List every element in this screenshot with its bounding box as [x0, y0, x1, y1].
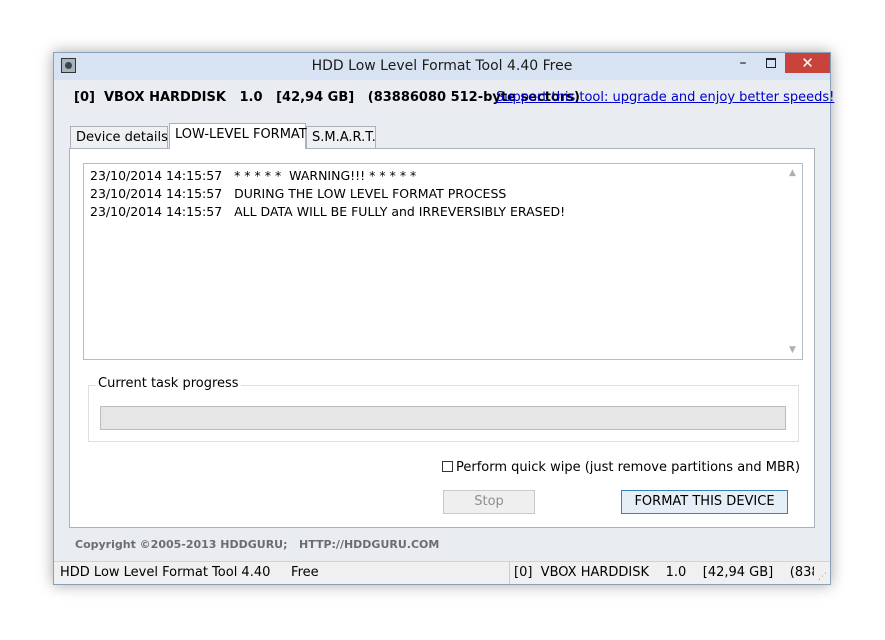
- tab-low-level-format[interactable]: LOW-LEVEL FORMAT: [169, 123, 307, 149]
- tab-smart[interactable]: S.M.A.R.T.: [306, 126, 376, 148]
- scroll-up-arrow-icon[interactable]: ▲: [789, 168, 796, 178]
- maximize-icon: [766, 58, 776, 68]
- stop-button[interactable]: Stop: [443, 490, 535, 514]
- window-title: HDD Low Level Format Tool 4.40 Free: [311, 58, 573, 74]
- status-device-info: [0] VBOX HARDDISK 1.0 [42,94 GB] (838860…: [509, 562, 814, 584]
- log-line: 23/10/2014 14:15:57 ALL DATA WILL BE FUL…: [90, 204, 566, 219]
- progress-legend: Current task progress: [96, 376, 241, 391]
- title-bar[interactable]: HDD Low Level Format Tool 4.40 Free – ✕: [54, 53, 830, 80]
- progress-bar: [100, 406, 786, 430]
- status-bar: HDD Low Level Format Tool 4.40 Free [0] …: [54, 561, 830, 584]
- status-app-info: HDD Low Level Format Tool 4.40 Free: [60, 565, 319, 580]
- close-button[interactable]: ✕: [785, 53, 830, 73]
- copyright-text: Copyright ©2005-2013 HDDGURU; HTTP://HDD…: [75, 538, 440, 551]
- log-lines: 23/10/2014 14:15:57 * * * * * WARNING!!!…: [90, 167, 565, 221]
- log-scrollbar[interactable]: ▲ ▼: [785, 164, 802, 359]
- scroll-down-arrow-icon[interactable]: ▼: [789, 345, 796, 355]
- progress-group: Current task progress: [88, 376, 799, 442]
- log-line: 23/10/2014 14:15:57 DURING THE LOW LEVEL…: [90, 186, 507, 201]
- quick-wipe-option[interactable]: Perform quick wipe (just remove partitio…: [442, 460, 800, 475]
- log-line: 23/10/2014 14:15:57 * * * * * WARNING!!!…: [90, 168, 417, 183]
- app-window: HDD Low Level Format Tool 4.40 Free – ✕ …: [53, 52, 834, 585]
- maximize-button[interactable]: [757, 53, 785, 73]
- quick-wipe-checkbox[interactable]: [442, 461, 453, 472]
- low-level-format-panel: 23/10/2014 14:15:57 * * * * * WARNING!!!…: [69, 148, 815, 528]
- resize-grip-icon[interactable]: ⋰: [818, 572, 828, 582]
- support-link[interactable]: Support this tool: upgrade and enjoy bet…: [496, 90, 834, 105]
- format-device-button[interactable]: FORMAT THIS DEVICE: [621, 490, 788, 514]
- minimize-button[interactable]: –: [729, 53, 757, 73]
- quick-wipe-label: Perform quick wipe (just remove partitio…: [456, 460, 801, 475]
- log-textarea[interactable]: 23/10/2014 14:15:57 * * * * * WARNING!!!…: [83, 163, 803, 360]
- tab-device-details[interactable]: Device details: [70, 126, 168, 148]
